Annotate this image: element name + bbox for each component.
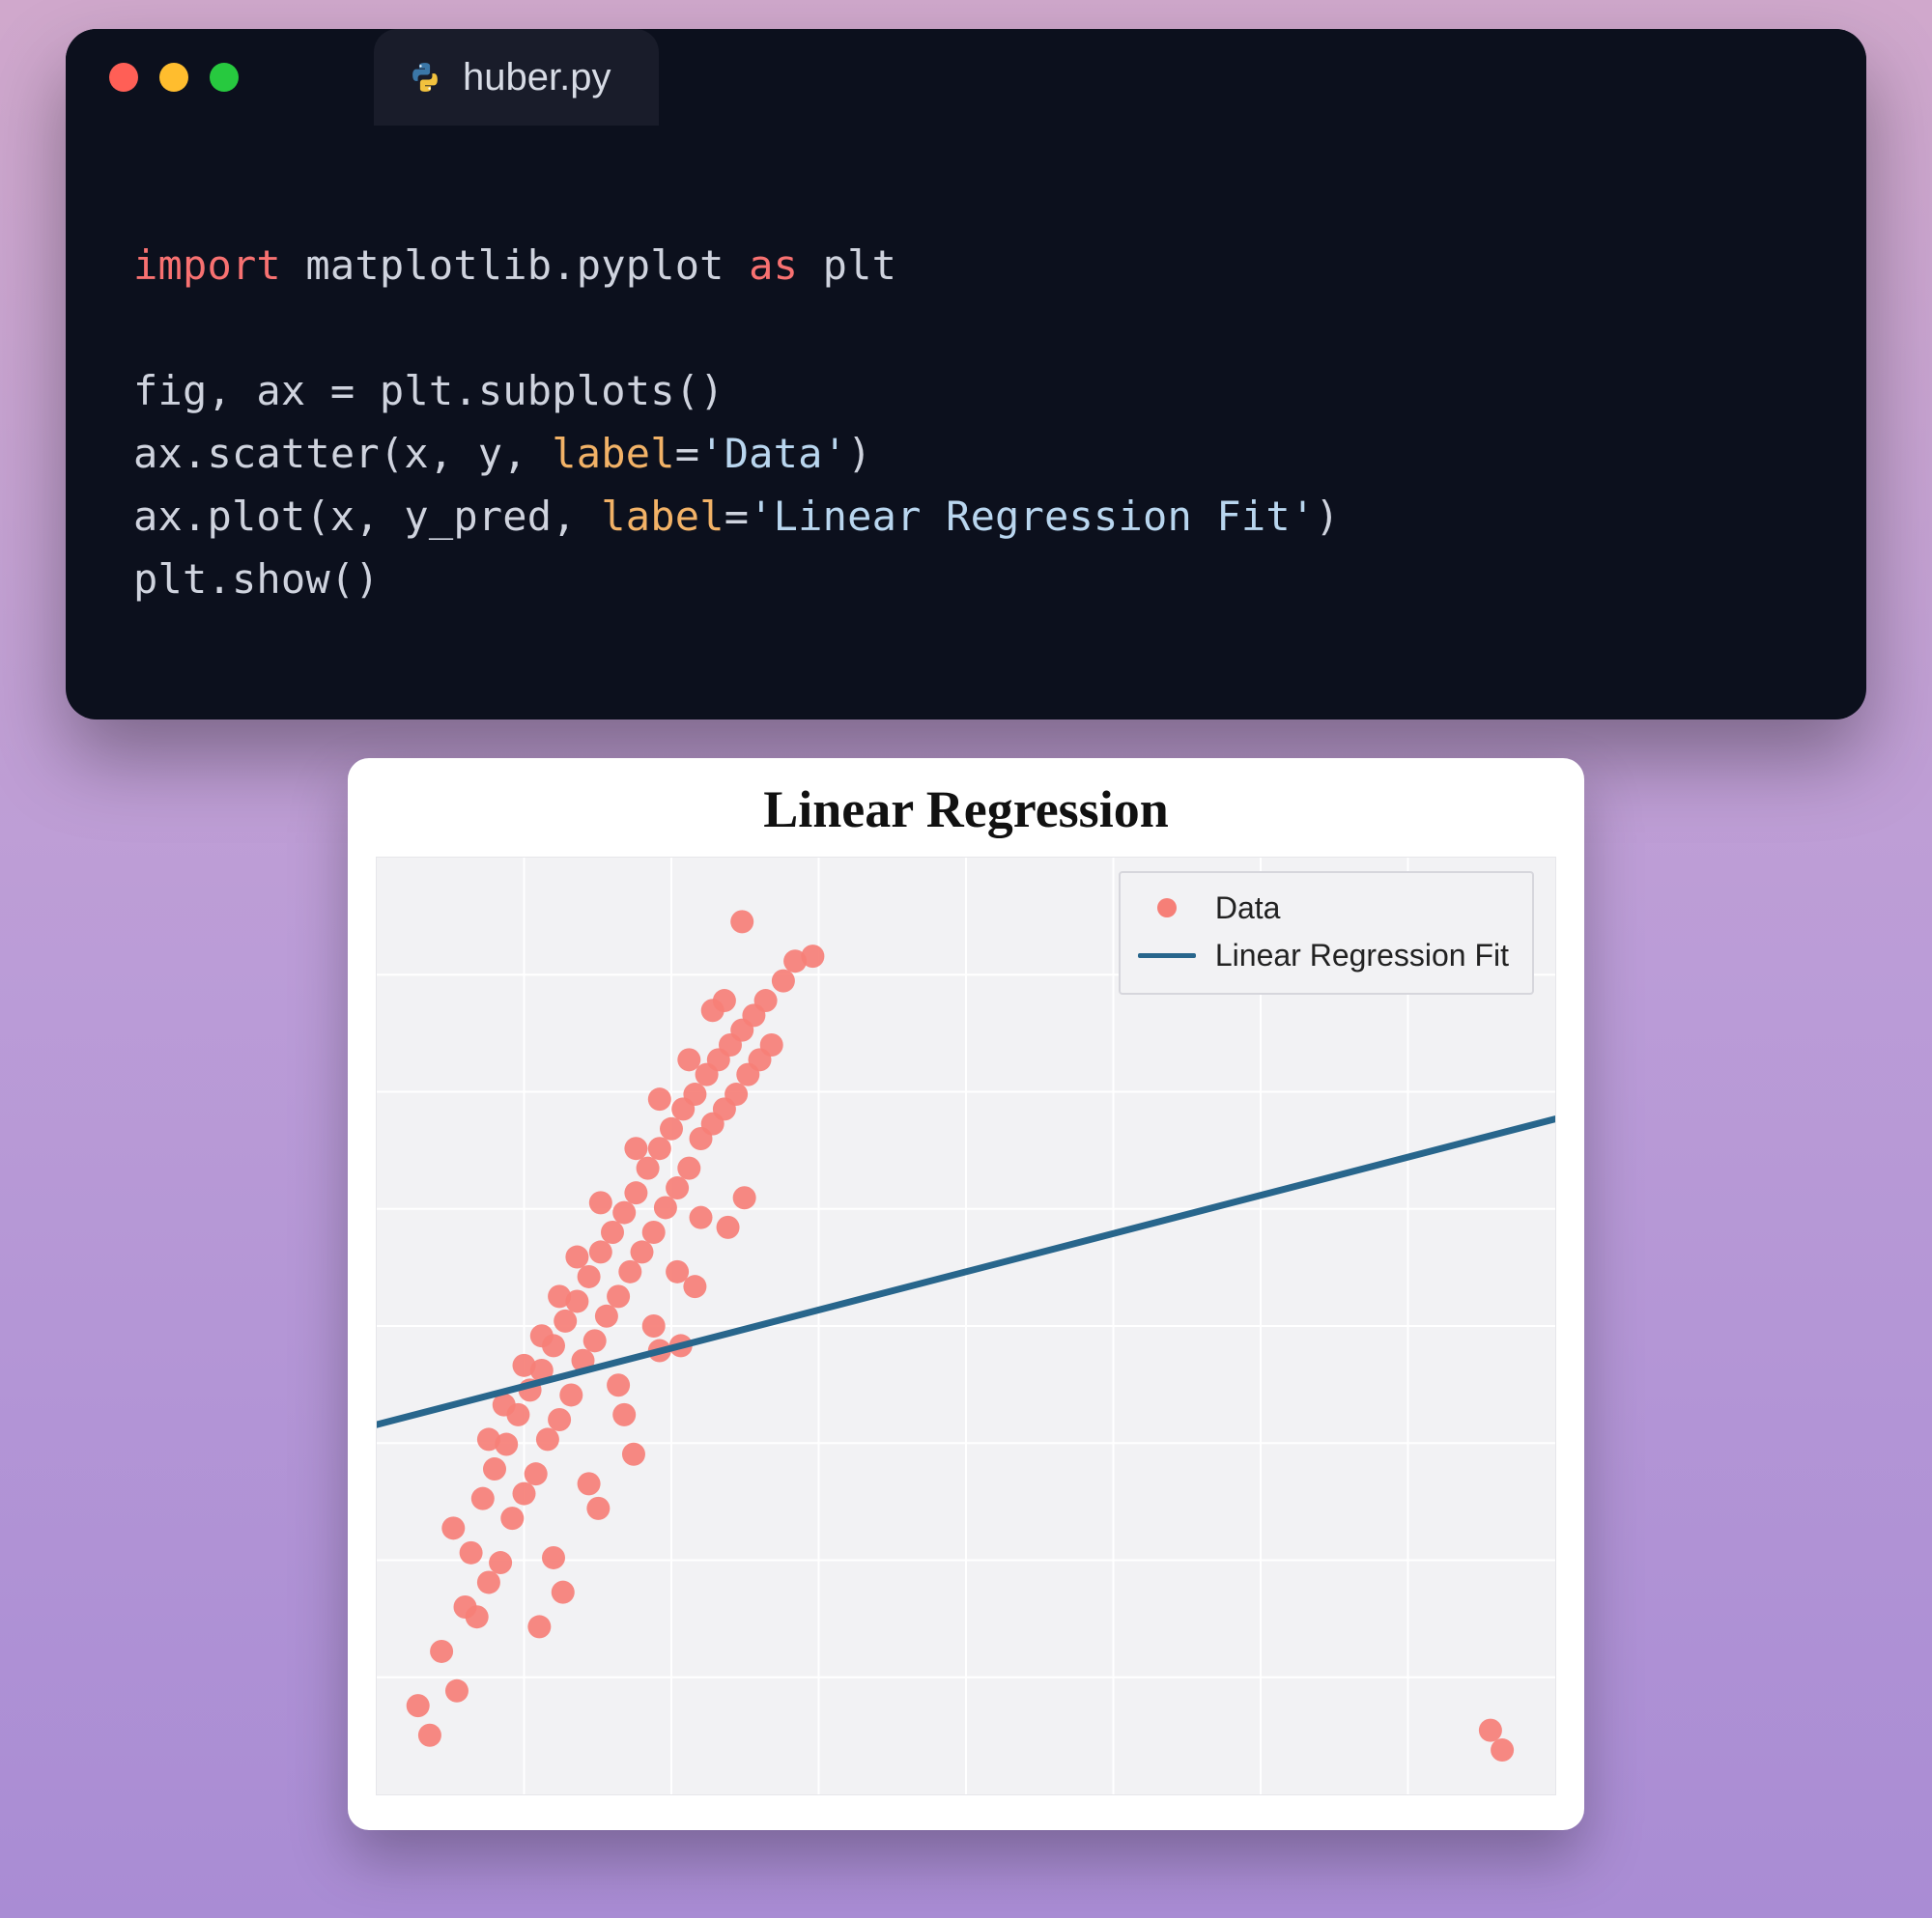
legend-label-fit: Linear Regression Fit: [1215, 938, 1509, 973]
legend-marker-line-icon: [1138, 953, 1196, 958]
maximize-icon[interactable]: [210, 63, 239, 92]
chart-title: Linear Regression: [375, 779, 1557, 839]
legend-label-data: Data: [1215, 890, 1281, 926]
plot-svg: [377, 858, 1555, 1794]
minimize-icon[interactable]: [159, 63, 188, 92]
plot-area: Data Linear Regression Fit: [376, 857, 1556, 1795]
traffic-lights: [66, 29, 277, 126]
editor-titlebar: huber.py: [66, 29, 1866, 126]
tab-filename: huber.py: [463, 56, 611, 99]
python-icon: [409, 61, 441, 94]
close-icon[interactable]: [109, 63, 138, 92]
legend-entry-fit: Linear Regression Fit: [1138, 932, 1509, 979]
editor-tab[interactable]: huber.py: [374, 29, 659, 126]
chart-card: Linear Regression Data Linear Regression…: [348, 758, 1584, 1830]
legend-marker-dot-icon: [1157, 898, 1177, 917]
legend: Data Linear Regression Fit: [1119, 871, 1534, 995]
code-content[interactable]: import matplotlib.pyplot as plt fig, ax …: [66, 166, 1866, 679]
legend-entry-data: Data: [1138, 885, 1509, 932]
code-editor-window: huber.py import matplotlib.pyplot as plt…: [66, 29, 1866, 719]
